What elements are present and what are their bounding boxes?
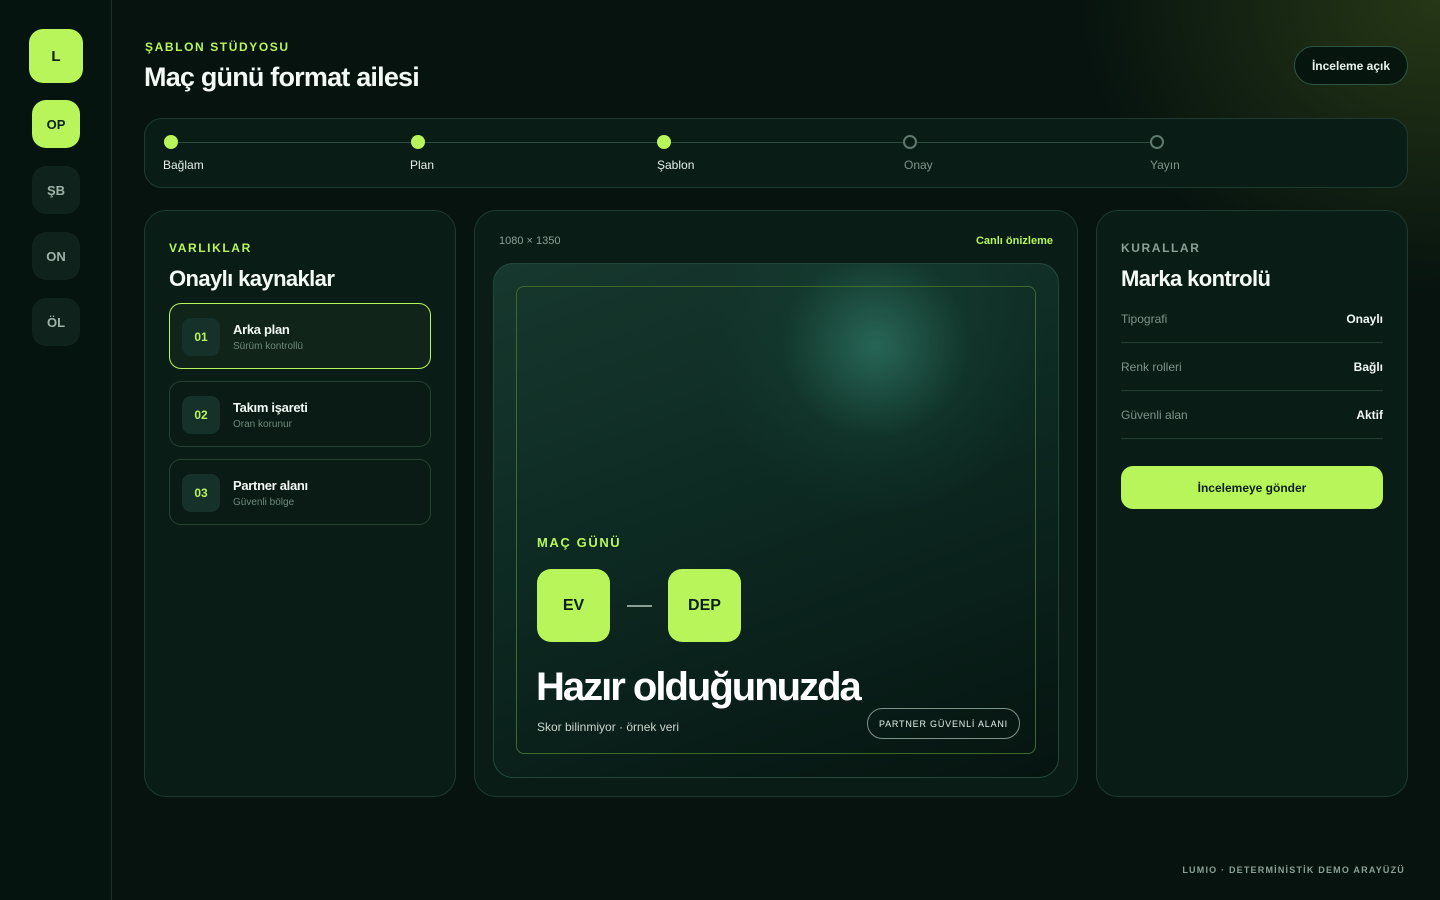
assets-panel: VARLIKLAR Onaylı kaynaklar 01 Arka plan … (144, 210, 456, 797)
progress-stepper: Bağlam Plan Şablon Onay Yayın (144, 118, 1408, 188)
preview-canvas[interactable]: MAÇ GÜNÜ EV DEP Hazır olduğunuzda Skor b… (493, 263, 1059, 778)
asset-name: Partner alanı (233, 478, 308, 493)
assets-eyebrow: VARLIKLAR (169, 241, 252, 255)
step-label: Şablon (657, 158, 695, 172)
footer-caption: LUMIO · DETERMİNİSTİK DEMO ARAYÜZÜ (1182, 865, 1405, 875)
asset-subtitle: Oran korunur (233, 419, 292, 430)
sidebar-item-on[interactable]: ON (32, 232, 80, 280)
rule-value: Bağlı (1353, 360, 1383, 374)
assets-title: Onaylı kaynaklar (169, 266, 335, 291)
away-team-badge: DEP (668, 569, 741, 642)
step-done-icon (164, 135, 178, 149)
live-preview-label[interactable]: Canlı önizleme (976, 235, 1053, 247)
step-pending-icon (1150, 135, 1164, 149)
asset-item-background[interactable]: 01 Arka plan Sürüm kontrollü (169, 303, 431, 369)
step-onay[interactable]: Onay (903, 135, 933, 172)
partner-safe-area-pill: PARTNER GÜVENLİ ALANI (867, 708, 1020, 739)
sidebar-item-op[interactable]: OP (32, 100, 80, 148)
step-sablon[interactable]: Şablon (657, 135, 694, 172)
rules-panel: KURALLAR Marka kontrolü Tipografi Onaylı… (1096, 210, 1408, 797)
safe-area-frame: MAÇ GÜNÜ EV DEP Hazır olduğunuzda Skor b… (516, 286, 1036, 754)
review-status-pill[interactable]: İnceleme açık (1294, 46, 1408, 85)
preview-headline: Hazır olduğunuzda (536, 665, 862, 709)
step-label: Yayın (1150, 158, 1180, 172)
asset-number: 02 (182, 396, 220, 434)
rule-value: Onaylı (1346, 312, 1383, 326)
rule-value: Aktif (1356, 408, 1383, 422)
asset-name: Arka plan (233, 322, 290, 337)
step-baglam[interactable]: Bağlam (163, 135, 204, 172)
step-label: Bağlam (163, 158, 204, 172)
preview-panel: 1080 × 1350 Canlı önizleme MAÇ GÜNÜ EV D… (474, 210, 1078, 797)
submit-for-review-button[interactable]: İncelemeye gönder (1121, 466, 1383, 509)
sidebar-item-ol[interactable]: ÖL (32, 298, 80, 346)
step-done-icon (657, 135, 671, 149)
score-note: Skor bilinmiyor · örnek veri (537, 720, 680, 734)
page-eyebrow: ŞABLON STÜDYOSU (145, 40, 290, 54)
asset-subtitle: Güvenli bölge (233, 497, 295, 508)
sidebar-item-sb[interactable]: ŞB (32, 166, 80, 214)
asset-name: Takım işareti (233, 400, 308, 415)
page-title: Maç günü format ailesi (144, 62, 420, 92)
rule-row-safe-area: Güvenli alan Aktif (1121, 391, 1383, 439)
versus-dash (627, 605, 652, 607)
rule-label: Güvenli alan (1121, 408, 1188, 422)
asset-number: 01 (182, 318, 220, 356)
rule-row-color-roles: Renk rolleri Bağlı (1121, 343, 1383, 391)
rules-eyebrow: KURALLAR (1121, 241, 1201, 255)
step-pending-icon (903, 135, 917, 149)
sidebar: L OP ŞB ON ÖL (0, 0, 112, 900)
app-logo[interactable]: L (29, 29, 83, 83)
rule-label: Tipografi (1121, 312, 1168, 326)
step-done-icon (411, 135, 425, 149)
asset-subtitle: Sürüm kontrollü (233, 341, 304, 352)
rule-row-typography: Tipografi Onaylı (1121, 295, 1383, 343)
step-label: Plan (410, 158, 435, 172)
rule-label: Renk rolleri (1121, 360, 1182, 374)
step-yayin[interactable]: Yayın (1150, 135, 1180, 172)
step-label: Onay (904, 158, 933, 172)
asset-number: 03 (182, 474, 220, 512)
asset-item-partner-area[interactable]: 03 Partner alanı Güvenli bölge (169, 459, 431, 525)
asset-item-team-mark[interactable]: 02 Takım işareti Oran korunur (169, 381, 431, 447)
match-day-eyebrow: MAÇ GÜNÜ (537, 535, 622, 550)
rules-title: Marka kontrolü (1121, 266, 1271, 291)
step-plan[interactable]: Plan (410, 135, 434, 172)
home-team-badge: EV (537, 569, 610, 642)
canvas-dimensions: 1080 × 1350 (499, 235, 561, 247)
